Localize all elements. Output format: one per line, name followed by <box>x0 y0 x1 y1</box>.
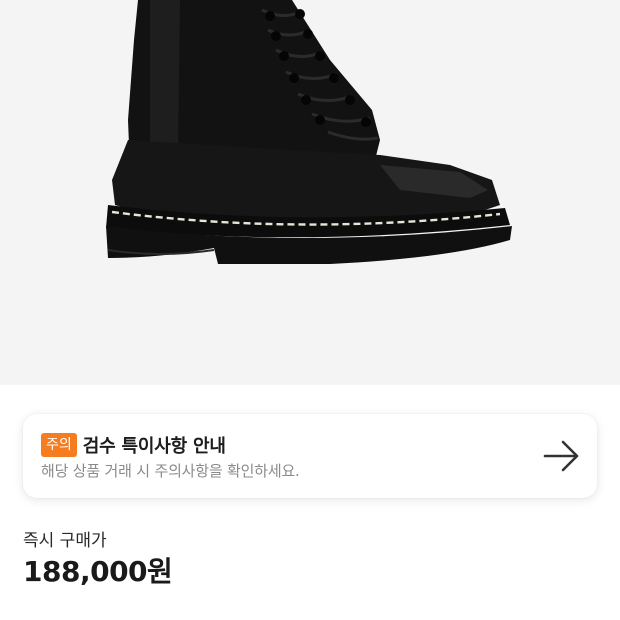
notice-header: 주의 검수 특이사항 안내 <box>41 432 226 458</box>
arrow-right-icon[interactable] <box>543 439 581 473</box>
inspection-notice-card[interactable]: 주의 검수 특이사항 안내 해당 상품 거래 시 주의사항을 확인하세요. <box>23 414 597 498</box>
instant-buy-price-value: 188,000원 <box>23 555 173 588</box>
instant-buy-price-label: 즉시 구매가 <box>23 531 107 551</box>
notice-title: 검수 특이사항 안내 <box>82 436 226 457</box>
boot-illustration <box>106 0 512 264</box>
notice-description: 해당 상품 거래 시 주의사항을 확인하세요. <box>41 462 300 480</box>
caution-badge: 주의 <box>41 433 77 457</box>
product-image[interactable] <box>0 0 620 385</box>
product-detail-page: 주의 검수 특이사항 안내 해당 상품 거래 시 주의사항을 확인하세요. 즉시… <box>0 0 620 620</box>
